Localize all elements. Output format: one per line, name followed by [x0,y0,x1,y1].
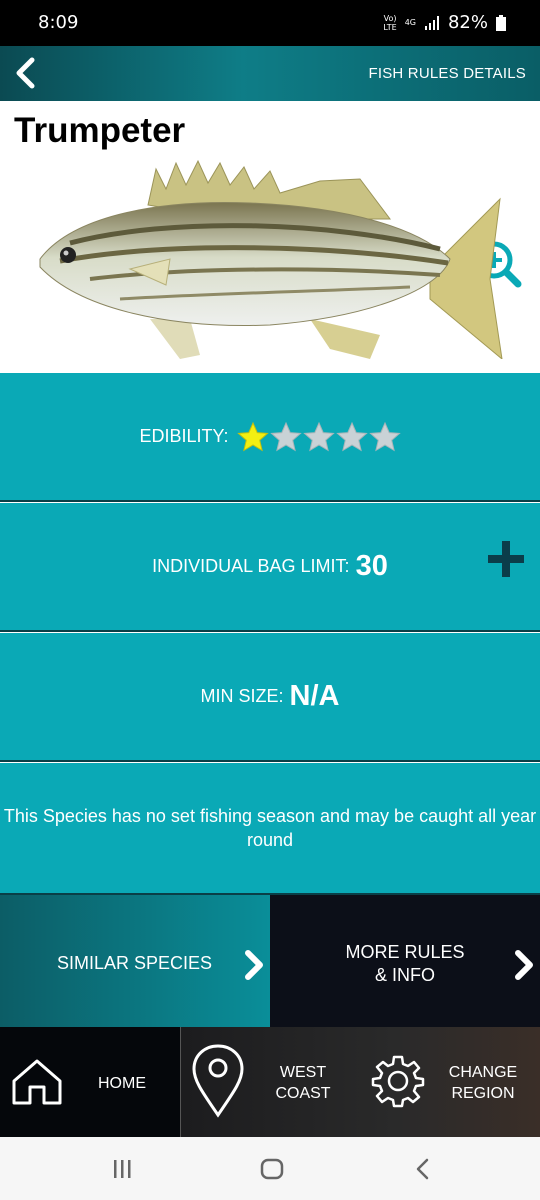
volte-indicator: Vo) LTE [383,13,397,32]
battery-percent: 82% [447,12,488,33]
star-empty-icon [368,421,401,451]
gear-icon[interactable] [371,1054,425,1108]
home-button[interactable]: HOME [0,1027,180,1137]
battery-icon [496,14,506,31]
edibility-stars [236,421,401,453]
bag-limit-row[interactable]: INDIVIDUAL BAG LIMIT: 30 [0,503,540,632]
edibility-label: EDIBILITY: [139,426,229,446]
star-empty-icon [269,421,302,451]
edibility-row: EDIBILITY: [0,373,540,502]
network-type: 4G [404,18,416,27]
similar-species-label: SIMILAR SPECIES [57,953,213,973]
back-arrow-icon[interactable] [10,56,42,90]
star-filled-icon [236,421,269,451]
chevron-right-icon [515,950,533,980]
home-system-icon[interactable] [260,1158,284,1180]
star-empty-icon [302,421,335,451]
current-region-label: WEST COAST [275,1064,331,1102]
status-time: 8:09 [38,12,79,33]
status-icons: Vo) LTE 4G 82% [383,12,506,33]
min-size-value: N/A [289,680,340,712]
more-rules-label: MORE RULES & INFO [345,942,465,985]
species-hero: Trumpeter [0,101,540,373]
location-pin-icon[interactable] [191,1043,245,1119]
plus-icon[interactable] [488,539,524,579]
min-size-label: MIN SIZE: [200,686,284,706]
fish-illustration [39,159,503,359]
page-title: FISH RULES DETAILS [368,65,526,82]
more-rules-button[interactable]: MORE RULES & INFO [270,895,540,1027]
region-section: WEST COAST CHANGE REGION [180,1027,540,1137]
season-row: This Species has no set fishing season a… [0,763,540,895]
species-name: Trumpeter [14,111,186,150]
system-nav-bar [0,1137,540,1200]
recent-apps-icon[interactable] [112,1159,132,1179]
star-empty-icon [335,421,368,451]
app-bar: FISH RULES DETAILS [0,46,540,101]
season-text: This Species has no set fishing season a… [3,806,537,850]
bag-limit-value: 30 [355,550,388,582]
back-system-icon[interactable] [414,1158,432,1180]
min-size-row: MIN SIZE: N/A [0,633,540,762]
chevron-right-icon [245,950,263,980]
bag-limit-label: INDIVIDUAL BAG LIMIT: [152,556,350,576]
status-bar: 8:09 Vo) LTE 4G 82% [0,0,540,46]
similar-species-button[interactable]: SIMILAR SPECIES [0,895,270,1027]
bottom-nav: HOME WEST COAST CHANGE REGION [0,1027,540,1137]
action-buttons: SIMILAR SPECIES MORE RULES & INFO [0,895,540,1027]
signal-icon [424,15,439,30]
home-label: HOME [98,1075,146,1092]
home-icon [12,1059,62,1105]
change-region-button[interactable]: CHANGE REGION [443,1062,523,1104]
